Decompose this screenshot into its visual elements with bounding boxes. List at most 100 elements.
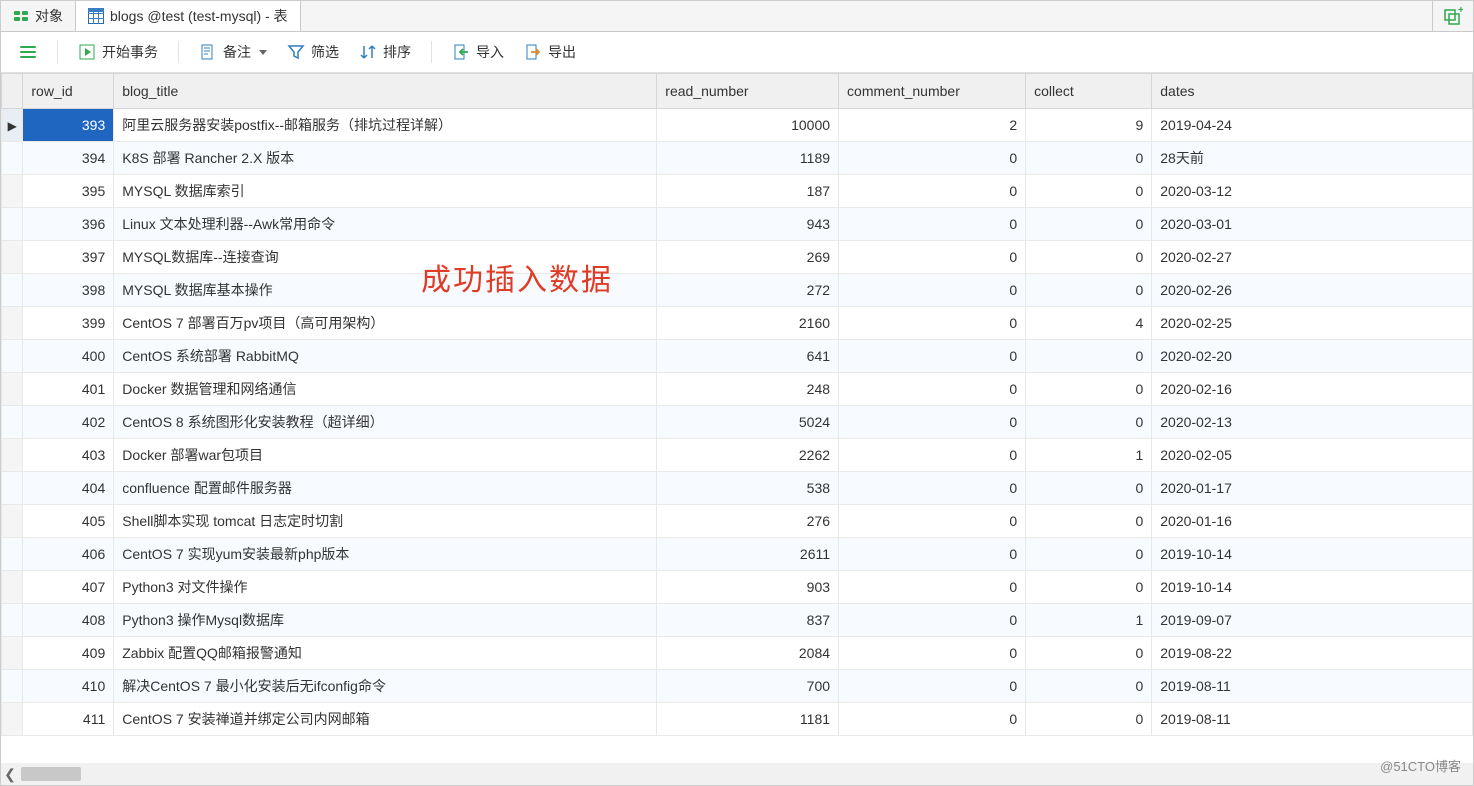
cell-row-id[interactable]: 404 [23, 472, 114, 505]
cell-dates[interactable]: 2020-01-16 [1152, 505, 1473, 538]
cell-row-id[interactable]: 406 [23, 538, 114, 571]
row-gutter[interactable] [2, 571, 23, 604]
row-gutter[interactable] [2, 241, 23, 274]
cell-collect[interactable]: 0 [1026, 472, 1152, 505]
row-gutter[interactable] [2, 373, 23, 406]
col-collect[interactable]: collect [1026, 74, 1152, 109]
cell-blog-title[interactable]: CentOS 7 实现yum安装最新php版本 [114, 538, 657, 571]
cell-read-number[interactable]: 700 [657, 670, 839, 703]
col-row-id[interactable]: row_id [23, 74, 114, 109]
cell-row-id[interactable]: 398 [23, 274, 114, 307]
cell-read-number[interactable]: 538 [657, 472, 839, 505]
row-gutter[interactable] [2, 670, 23, 703]
table-row[interactable]: 400CentOS 系统部署 RabbitMQ641002020-02-20 [2, 340, 1473, 373]
menu-button[interactable] [11, 39, 45, 65]
cell-blog-title[interactable]: CentOS 系统部署 RabbitMQ [114, 340, 657, 373]
cell-row-id[interactable]: 410 [23, 670, 114, 703]
row-gutter[interactable] [2, 538, 23, 571]
col-dates[interactable]: dates [1152, 74, 1473, 109]
row-gutter[interactable] [2, 208, 23, 241]
cell-dates[interactable]: 2019-08-11 [1152, 703, 1473, 736]
cell-read-number[interactable]: 641 [657, 340, 839, 373]
table-row[interactable]: 401Docker 数据管理和网络通信248002020-02-16 [2, 373, 1473, 406]
cell-comment-number[interactable]: 0 [839, 439, 1026, 472]
cell-blog-title[interactable]: Zabbix 配置QQ邮箱报警通知 [114, 637, 657, 670]
row-gutter[interactable] [2, 439, 23, 472]
cell-collect[interactable]: 0 [1026, 637, 1152, 670]
cell-read-number[interactable]: 2084 [657, 637, 839, 670]
cell-read-number[interactable]: 248 [657, 373, 839, 406]
cell-blog-title[interactable]: K8S 部署 Rancher 2.X 版本 [114, 142, 657, 175]
cell-comment-number[interactable]: 0 [839, 241, 1026, 274]
cell-read-number[interactable]: 5024 [657, 406, 839, 439]
cell-collect[interactable]: 0 [1026, 670, 1152, 703]
table-row[interactable]: 395MYSQL 数据库索引187002020-03-12 [2, 175, 1473, 208]
export-button[interactable]: 导出 [516, 38, 584, 66]
cell-comment-number[interactable]: 0 [839, 142, 1026, 175]
cell-read-number[interactable]: 269 [657, 241, 839, 274]
table-row[interactable]: 404confluence 配置邮件服务器538002020-01-17 [2, 472, 1473, 505]
cell-comment-number[interactable]: 0 [839, 637, 1026, 670]
col-blog-title[interactable]: blog_title [114, 74, 657, 109]
cell-blog-title[interactable]: 阿里云服务器安装postfix--邮箱服务（排坑过程详解） [114, 109, 657, 142]
begin-transaction-button[interactable]: 开始事务 [70, 38, 166, 66]
cell-row-id[interactable]: 395 [23, 175, 114, 208]
cell-row-id[interactable]: 394 [23, 142, 114, 175]
table-row[interactable]: 398MYSQL 数据库基本操作272002020-02-26 [2, 274, 1473, 307]
cell-row-id[interactable]: 401 [23, 373, 114, 406]
cell-read-number[interactable]: 1181 [657, 703, 839, 736]
cell-comment-number[interactable]: 0 [839, 340, 1026, 373]
cell-comment-number[interactable]: 2 [839, 109, 1026, 142]
table-row[interactable]: 396Linux 文本处理利器--Awk常用命令943002020-03-01 [2, 208, 1473, 241]
sort-button[interactable]: 排序 [351, 38, 419, 66]
cell-blog-title[interactable]: Shell脚本实现 tomcat 日志定时切割 [114, 505, 657, 538]
row-gutter[interactable] [2, 406, 23, 439]
col-comment-number[interactable]: comment_number [839, 74, 1026, 109]
cell-collect[interactable]: 0 [1026, 538, 1152, 571]
cell-row-id[interactable]: 411 [23, 703, 114, 736]
table-row[interactable]: 397MYSQL数据库--连接查询269002020-02-27 [2, 241, 1473, 274]
tab-overflow-button[interactable]: + [1432, 1, 1473, 31]
cell-row-id[interactable]: 397 [23, 241, 114, 274]
table-row[interactable]: 410解决CentOS 7 最小化安装后无ifconfig命令700002019… [2, 670, 1473, 703]
cell-collect[interactable]: 0 [1026, 406, 1152, 439]
table-row[interactable]: ▶393阿里云服务器安装postfix--邮箱服务（排坑过程详解）1000029… [2, 109, 1473, 142]
row-gutter[interactable] [2, 142, 23, 175]
cell-dates[interactable]: 2020-02-16 [1152, 373, 1473, 406]
cell-comment-number[interactable]: 0 [839, 406, 1026, 439]
cell-blog-title[interactable]: MYSQL数据库--连接查询 [114, 241, 657, 274]
row-gutter[interactable] [2, 703, 23, 736]
cell-comment-number[interactable]: 0 [839, 604, 1026, 637]
cell-row-id[interactable]: 403 [23, 439, 114, 472]
cell-dates[interactable]: 2019-04-24 [1152, 109, 1473, 142]
cell-dates[interactable]: 2020-02-25 [1152, 307, 1473, 340]
cell-comment-number[interactable]: 0 [839, 307, 1026, 340]
cell-collect[interactable]: 9 [1026, 109, 1152, 142]
cell-row-id[interactable]: 402 [23, 406, 114, 439]
cell-read-number[interactable]: 2611 [657, 538, 839, 571]
cell-read-number[interactable]: 903 [657, 571, 839, 604]
cell-blog-title[interactable]: MYSQL 数据库索引 [114, 175, 657, 208]
table-row[interactable]: 403Docker 部署war包项目2262012020-02-05 [2, 439, 1473, 472]
import-button[interactable]: 导入 [444, 38, 512, 66]
table-row[interactable]: 402CentOS 8 系统图形化安装教程（超详细）5024002020-02-… [2, 406, 1473, 439]
cell-row-id[interactable]: 405 [23, 505, 114, 538]
cell-read-number[interactable]: 272 [657, 274, 839, 307]
cell-collect[interactable]: 4 [1026, 307, 1152, 340]
cell-comment-number[interactable]: 0 [839, 538, 1026, 571]
cell-dates[interactable]: 2020-02-26 [1152, 274, 1473, 307]
row-gutter[interactable] [2, 175, 23, 208]
cell-collect[interactable]: 1 [1026, 439, 1152, 472]
table-row[interactable]: 399CentOS 7 部署百万pv项目（高可用架构）2160042020-02… [2, 307, 1473, 340]
row-gutter[interactable] [2, 505, 23, 538]
cell-dates[interactable]: 2020-03-12 [1152, 175, 1473, 208]
tab-table[interactable]: blogs @test (test-mysql) - 表 [76, 1, 301, 31]
cell-read-number[interactable]: 837 [657, 604, 839, 637]
cell-comment-number[interactable]: 0 [839, 670, 1026, 703]
cell-comment-number[interactable]: 0 [839, 208, 1026, 241]
table-row[interactable]: 406CentOS 7 实现yum安装最新php版本2611002019-10-… [2, 538, 1473, 571]
cell-dates[interactable]: 2020-02-27 [1152, 241, 1473, 274]
row-gutter[interactable] [2, 307, 23, 340]
cell-collect[interactable]: 0 [1026, 241, 1152, 274]
cell-blog-title[interactable]: Docker 部署war包项目 [114, 439, 657, 472]
